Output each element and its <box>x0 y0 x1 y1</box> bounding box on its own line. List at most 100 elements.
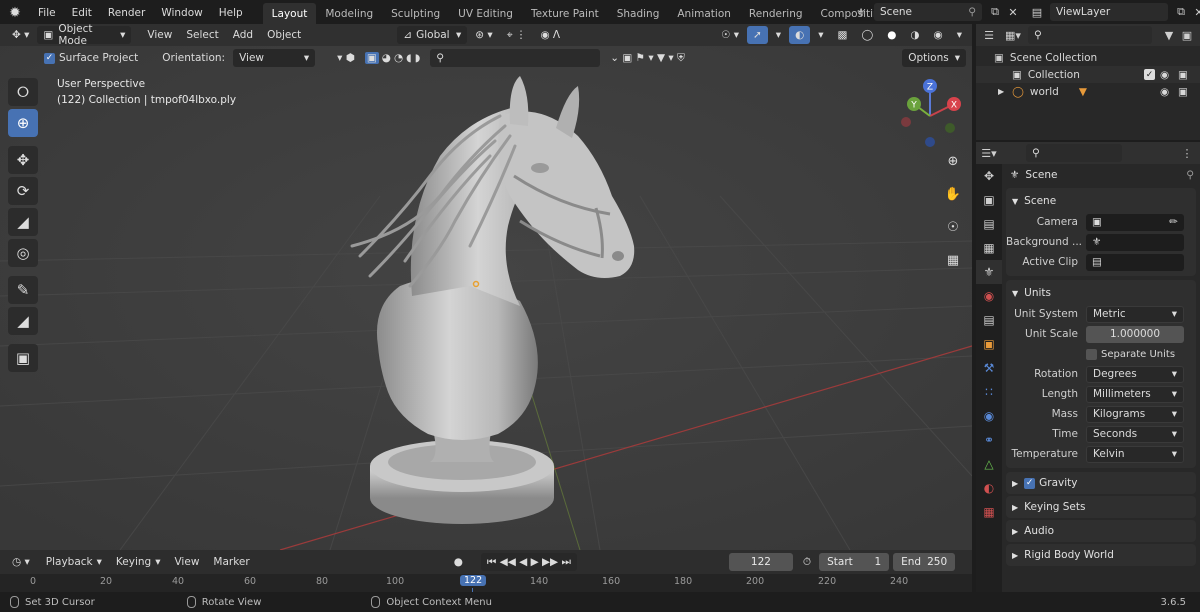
menu-keying[interactable]: Keying ▾ <box>110 553 167 571</box>
rotation-dropdown[interactable]: Degrees ▾ <box>1086 365 1184 383</box>
select-intersect-icon[interactable]: ◗ <box>415 52 421 64</box>
tab-modeling[interactable]: Modeling <box>316 3 382 25</box>
outliner-search-input[interactable]: ⚲ <box>1028 26 1152 44</box>
units-panel-header[interactable]: ▼ Units <box>1006 282 1196 304</box>
select-extend-icon[interactable]: ◕ <box>382 52 391 64</box>
tab-layout[interactable]: Layout <box>262 3 317 25</box>
frame-ruler[interactable]: 0 20 40 60 80 100 122 140 160 180 200 22… <box>0 574 972 592</box>
length-dropdown[interactable]: Millimeters ▾ <box>1086 385 1184 403</box>
tab-data-icon[interactable]: △ <box>976 452 1002 476</box>
scene-field[interactable]: Scene ⚲ <box>874 3 982 21</box>
tab-modifier-icon[interactable]: ⚒ <box>976 356 1002 380</box>
eye-icon[interactable]: ◉ <box>1160 86 1169 98</box>
pin-icon[interactable]: ⚲ <box>968 6 976 18</box>
tab-constraints-icon[interactable]: ⚭ <box>976 428 1002 452</box>
overlay-toggle-icon[interactable]: ◐ <box>789 26 811 44</box>
tab-scene-icon[interactable]: ⚜ <box>976 260 1002 284</box>
tab-texture-paint[interactable]: Texture Paint <box>522 3 608 25</box>
tab-animation[interactable]: Animation <box>668 3 740 25</box>
mass-dropdown[interactable]: Kilograms ▾ <box>1086 405 1184 423</box>
solid-shading-icon[interactable]: ● <box>881 26 902 44</box>
collection-exclude-checkbox[interactable]: ✓ <box>1144 69 1155 80</box>
options-dropdown[interactable]: Options ▾ <box>902 49 966 67</box>
scene-panel-header[interactable]: ▼ Scene <box>1006 190 1196 212</box>
active-clip-field[interactable]: ▤ <box>1086 253 1184 271</box>
annotate-tool-icon[interactable]: ✎ <box>8 276 38 304</box>
gizmo-neg-z[interactable] <box>925 137 935 147</box>
tab-sculpting[interactable]: Sculpting <box>382 3 449 25</box>
tab-shading[interactable]: Shading <box>608 3 669 25</box>
tab-material-icon[interactable]: ◐ <box>976 476 1002 500</box>
navigation-gizmo[interactable]: Z X Y <box>892 74 968 154</box>
camera-field[interactable]: ▣ ✏ <box>1086 213 1184 231</box>
display-mode-icon[interactable]: ▦▾ <box>1004 26 1022 44</box>
playback-controls[interactable]: ⏮ ◀◀ ◀ ▶ ▶▶ ⏭ <box>480 553 577 571</box>
eyedropper-icon[interactable]: ✏ <box>1169 216 1178 228</box>
menu-timeline-view[interactable]: View <box>168 553 205 571</box>
tab-uv-editing[interactable]: UV Editing <box>449 3 522 25</box>
tab-particles-icon[interactable]: ∷ <box>976 380 1002 404</box>
menu-marker[interactable]: Marker <box>207 553 255 571</box>
snap-target-icon[interactable]: ▾ ⬢ <box>331 49 361 67</box>
menu-view[interactable]: View <box>141 26 178 44</box>
outliner-scene-collection[interactable]: ▣ Scene Collection <box>976 49 1200 66</box>
visibility-icon[interactable]: ☉ ▾ <box>715 26 745 44</box>
pivot-icon[interactable]: ⊛ ▾ <box>469 26 498 44</box>
tab-view-layer-icon[interactable]: ▦ <box>976 236 1002 260</box>
tab-output-icon[interactable]: ▤ <box>976 212 1002 236</box>
timeline-editor-type-icon[interactable]: ◷ ▾ <box>6 553 36 571</box>
transform-tool-icon[interactable]: ◎ <box>8 239 38 267</box>
filter-icons[interactable]: ⌄ ▣ ⚑ ▾ ▼ ▾ ⛨ <box>604 49 691 67</box>
outliner-collection[interactable]: ▣ Collection ✓ ◉ ▣ <box>976 66 1200 83</box>
tab-texture-icon[interactable]: ▦ <box>976 500 1002 524</box>
wireframe-shading-icon[interactable]: ◯ <box>855 26 879 44</box>
separate-units-label[interactable]: Separate Units <box>1101 349 1175 360</box>
editor-type-icon[interactable]: ✥ ▾ <box>6 26 35 44</box>
end-frame-field[interactable]: End 250 <box>893 553 956 571</box>
keying-sets-panel[interactable]: ▶ Keying Sets <box>1006 496 1196 518</box>
rigid-body-world-panel[interactable]: ▶ Rigid Body World <box>1006 544 1196 566</box>
shading-menu-icon[interactable]: ▾ <box>951 26 968 44</box>
select-box-icon[interactable]: ▣ <box>364 52 379 64</box>
perspective-grid-icon[interactable]: ▦ <box>942 249 964 271</box>
stopwatch-icon[interactable]: ⏱ <box>797 553 817 571</box>
background-field[interactable]: ⚜ <box>1086 233 1184 251</box>
3d-viewport[interactable]: Z X Y <box>0 46 972 550</box>
rotate-tool-icon[interactable]: ⟳ <box>8 177 38 205</box>
new-view-layer-icon[interactable]: ⧉ <box>1172 3 1190 21</box>
delete-scene-icon[interactable]: ✕ <box>1004 3 1022 21</box>
properties-search-input[interactable]: ⚲ <box>1026 144 1122 162</box>
unit-system-dropdown[interactable]: Metric ▾ <box>1086 305 1184 323</box>
menu-playback[interactable]: Playback ▾ <box>40 553 108 571</box>
outliner-world[interactable]: ▶ ◯ world ▼ ◉ ▣ <box>976 83 1200 100</box>
new-collection-icon[interactable]: ▣ <box>1178 26 1196 44</box>
blender-logo-icon[interactable]: ✹ <box>0 5 30 21</box>
select-box-tool-icon[interactable]: ⭘ <box>8 78 38 106</box>
tab-object-icon[interactable]: ▣ <box>976 332 1002 356</box>
ruler-current-frame[interactable]: 122 <box>460 575 487 586</box>
surface-project-checkbox[interactable]: ✓ <box>44 52 55 64</box>
gravity-checkbox[interactable]: ✓ <box>1024 477 1036 489</box>
tab-render-icon[interactable]: ▣ <box>976 188 1002 212</box>
menu-add[interactable]: Add <box>227 26 259 44</box>
view-layer-field[interactable]: ViewLayer <box>1050 3 1168 21</box>
xray-icon[interactable]: ▩ <box>832 26 854 44</box>
orientation-dropdown[interactable]: View ▾ <box>233 49 316 67</box>
pin-icon[interactable]: ⚲ <box>1186 169 1194 181</box>
menu-window[interactable]: Window <box>153 0 210 26</box>
tool-search-input[interactable]: ⚲ <box>430 49 601 67</box>
measure-tool-icon[interactable]: ◢ <box>8 307 38 335</box>
proportional-icon[interactable]: ◉ Λ <box>534 26 566 44</box>
add-cube-tool-icon[interactable]: ▣ <box>8 344 38 372</box>
gravity-panel[interactable]: ▶ ✓ Gravity <box>1006 472 1196 494</box>
audio-panel[interactable]: ▶ Audio <box>1006 520 1196 542</box>
rendered-shading-icon[interactable]: ◉ <box>928 26 949 44</box>
gizmo-toggle-icon[interactable]: ➚ <box>746 26 768 44</box>
separate-units-checkbox[interactable] <box>1086 348 1097 360</box>
tab-world-icon[interactable]: ◉ <box>976 284 1002 308</box>
time-dropdown[interactable]: Seconds ▾ <box>1086 425 1184 443</box>
view-layer-icon[interactable]: ▤ <box>1028 3 1046 21</box>
new-scene-icon[interactable]: ⧉ <box>986 3 1004 21</box>
pan-hand-icon[interactable]: ✋ <box>942 183 964 205</box>
properties-options-icon[interactable]: ⋮ <box>1178 144 1196 162</box>
